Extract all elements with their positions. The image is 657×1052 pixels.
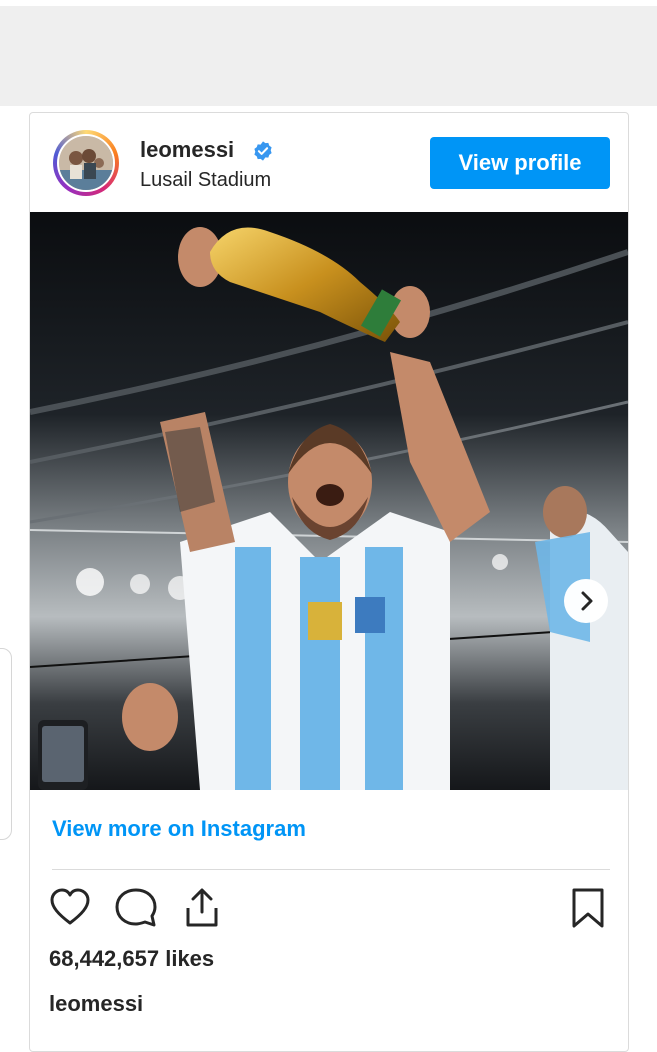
comment-bubble-icon[interactable] [114,886,158,930]
likes-count[interactable]: 68,442,657 likes [49,946,214,972]
post-username[interactable]: leomessi [140,137,234,163]
heart-icon[interactable] [48,886,92,930]
divider [52,869,610,870]
post-header: leomessi Lusail Stadium View profile [30,113,628,212]
side-edge-tab[interactable] [0,648,12,840]
share-icon[interactable] [180,886,224,930]
verified-badge-icon [254,141,272,161]
avatar[interactable] [57,134,115,192]
page-top-band [0,0,657,106]
chevron-right-icon[interactable] [564,579,608,623]
post-photo-illustration [30,212,628,790]
post-photo[interactable] [30,212,628,790]
bookmark-icon[interactable] [566,886,610,930]
view-profile-button[interactable]: View profile [430,137,610,189]
avatar-story-ring[interactable] [53,130,119,196]
post-location[interactable]: Lusail Stadium [140,169,271,192]
caption-username[interactable]: leomessi [49,991,143,1017]
view-more-link[interactable]: View more on Instagram [52,816,306,842]
instagram-embed-card: leomessi Lusail Stadium View profile Vie… [29,112,629,1052]
